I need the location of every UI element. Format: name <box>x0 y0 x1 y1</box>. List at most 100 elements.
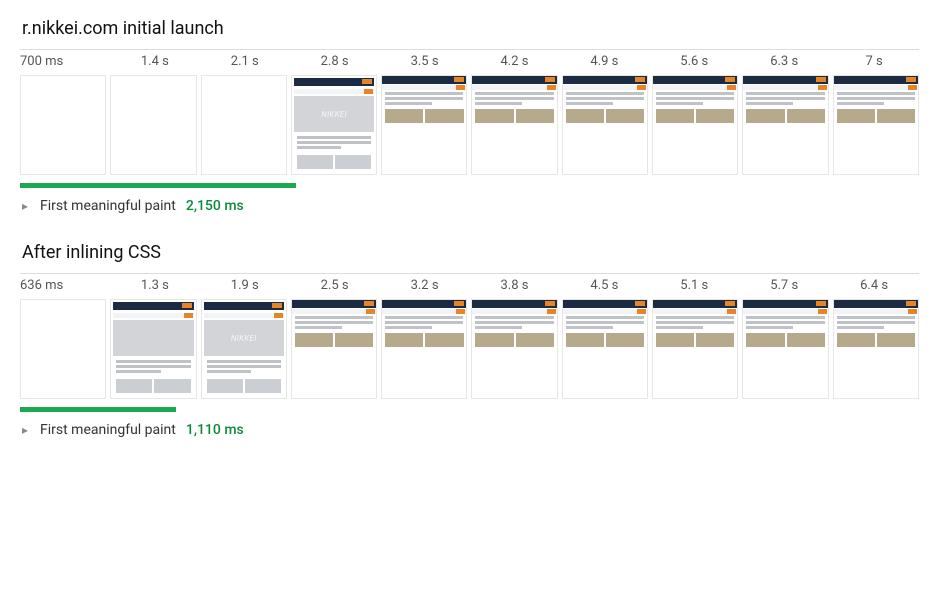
thumb-subrow <box>834 109 918 126</box>
fmp-row[interactable]: ▸ First meaningful paint 1,110 ms <box>20 422 919 438</box>
thumb-text-lines <box>472 314 556 333</box>
frame-content <box>111 300 195 398</box>
thumb-navbar <box>292 300 376 308</box>
thumb-text-lines <box>743 314 827 333</box>
filmstrip-frame[interactable] <box>562 75 648 175</box>
fmp-progress-bar <box>20 183 296 188</box>
thumb-navbar <box>382 76 466 84</box>
filmstrip-frame[interactable] <box>291 299 377 399</box>
thumb-tagbar <box>743 85 827 90</box>
thumb-navbar <box>834 300 918 308</box>
frame-content <box>743 76 827 126</box>
filmstrip-frame[interactable]: NIKKEI <box>291 75 377 175</box>
filmstrip-frame[interactable] <box>652 75 738 175</box>
filmstrip-frame[interactable] <box>833 299 919 399</box>
fmp-progress-track <box>20 407 919 412</box>
thumb-navbar <box>472 300 556 308</box>
fmp-value: 1,110 ms <box>186 422 244 438</box>
filmstrip-frame[interactable] <box>471 299 557 399</box>
filmstrip-frame[interactable] <box>20 299 106 399</box>
frame-content <box>472 300 556 350</box>
thumb-subrow <box>743 109 827 126</box>
thumb-subrow <box>472 109 556 126</box>
filmstrip-frame[interactable] <box>742 75 828 175</box>
thumb-navbar <box>653 300 737 308</box>
section-title: r.nikkei.com initial launch <box>22 18 919 39</box>
disclosure-triangle-icon[interactable]: ▸ <box>20 423 30 437</box>
thumb-navbar <box>743 300 827 308</box>
fmp-value: 2,150 ms <box>186 198 244 214</box>
fmp-progress-bar <box>20 407 176 412</box>
timeline-tick: 2.1 s <box>200 54 290 69</box>
thumb-tagbar <box>563 309 647 314</box>
thumb-subrow <box>472 333 556 350</box>
frame-content <box>382 300 466 350</box>
fmp-label: First meaningful paint <box>40 422 176 438</box>
timeline-tick: 5.6 s <box>649 54 739 69</box>
thumb-navbar <box>294 78 374 86</box>
thumb-text-lines <box>113 358 193 377</box>
thumb-navbar <box>472 76 556 84</box>
thumb-text-lines <box>294 134 374 153</box>
timeline-tick: 7 s <box>829 54 919 69</box>
thumb-text-lines <box>563 314 647 333</box>
thumb-subrow <box>294 155 374 172</box>
filmstrip-frames: NIKKEI <box>20 75 919 175</box>
thumb-tagbar <box>292 309 376 314</box>
timeline-tick: 4.9 s <box>559 54 649 69</box>
frame-content <box>834 300 918 350</box>
filmstrip-frame[interactable] <box>381 299 467 399</box>
timeline-tick: 6.3 s <box>739 54 829 69</box>
filmstrip-frame[interactable] <box>381 75 467 175</box>
thumb-navbar <box>382 300 466 308</box>
filmstrip-frame[interactable] <box>110 299 196 399</box>
thumb-tagbar <box>382 85 466 90</box>
frame-content <box>743 300 827 350</box>
timeline-rule: 636 ms1.3 s1.9 s2.5 s3.2 s3.8 s4.5 s5.1 … <box>20 273 919 293</box>
thumb-subrow <box>834 333 918 350</box>
thumb-navbar <box>834 76 918 84</box>
timeline-tick: 5.7 s <box>739 278 829 293</box>
filmstrip-frame[interactable] <box>562 299 648 399</box>
filmstrip-frame[interactable] <box>110 75 196 175</box>
thumb-tagbar <box>472 309 556 314</box>
filmstrip-section: After inlining CSS 636 ms1.3 s1.9 s2.5 s3… <box>20 242 919 438</box>
thumb-subrow <box>292 333 376 350</box>
frame-content <box>834 76 918 126</box>
timeline-rule: 700 ms1.4 s2.1 s2.8 s3.5 s4.2 s4.9 s5.6 … <box>20 49 919 69</box>
thumb-tagbar <box>294 89 374 94</box>
thumb-hero: NIKKEI <box>204 320 284 356</box>
section-title: After inlining CSS <box>22 242 919 263</box>
timeline-tick: 3.2 s <box>380 278 470 293</box>
filmstrip-frame[interactable] <box>20 75 106 175</box>
thumb-navbar <box>653 76 737 84</box>
thumb-subrow <box>204 379 284 396</box>
thumb-hero <box>113 320 193 356</box>
fmp-label: First meaningful paint <box>40 198 176 214</box>
frame-content <box>382 76 466 126</box>
thumb-subrow <box>653 109 737 126</box>
timeline-tick: 636 ms <box>20 278 110 293</box>
thumb-text-lines <box>204 358 284 377</box>
filmstrip-frame[interactable] <box>201 75 287 175</box>
timeline-tick: 1.9 s <box>200 278 290 293</box>
disclosure-triangle-icon[interactable]: ▸ <box>20 199 30 213</box>
thumb-subrow <box>113 379 193 396</box>
thumb-navbar <box>563 76 647 84</box>
timeline-tick: 1.3 s <box>110 278 200 293</box>
fmp-progress-track <box>20 183 919 188</box>
fmp-row[interactable]: ▸ First meaningful paint 2,150 ms <box>20 198 919 214</box>
filmstrip-frame[interactable] <box>471 75 557 175</box>
thumb-text-lines <box>292 314 376 333</box>
timeline-tick: 4.2 s <box>470 54 560 69</box>
thumb-navbar <box>563 300 647 308</box>
timeline-tick: 2.8 s <box>290 54 380 69</box>
filmstrip-frame[interactable]: NIKKEI <box>201 299 287 399</box>
filmstrip-frame[interactable] <box>652 299 738 399</box>
filmstrip-frame[interactable] <box>742 299 828 399</box>
thumb-tagbar <box>204 313 284 318</box>
thumb-text-lines <box>563 90 647 109</box>
filmstrip-frame[interactable] <box>833 75 919 175</box>
frame-content <box>472 76 556 126</box>
timeline-tick: 4.5 s <box>559 278 649 293</box>
